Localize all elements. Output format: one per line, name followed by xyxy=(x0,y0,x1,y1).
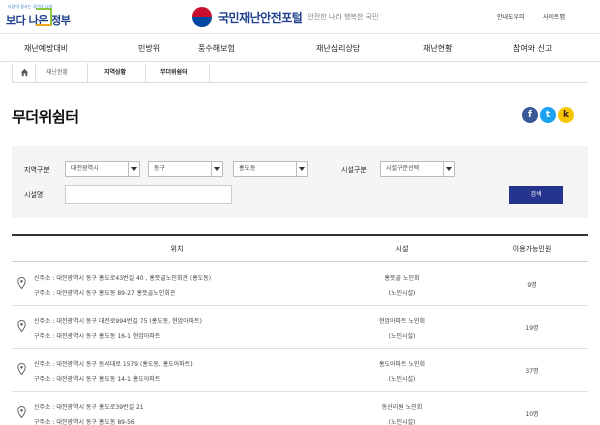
breadcrumb: 재난현황 지역상황 무더위쉼터 xyxy=(12,63,588,83)
old-address: 구주소 : 대전광역시 동구 홍도동 89-56 xyxy=(34,419,135,425)
facility-name: 홍도아파트 노인회 xyxy=(378,361,426,368)
nav-item-disaster-status[interactable]: 재난현황 xyxy=(423,43,452,54)
taeguk-icon xyxy=(192,7,212,27)
guide-link[interactable]: 안내도우미 xyxy=(497,12,525,21)
column-header-facility: 시설 xyxy=(395,245,409,253)
table-row[interactable]: 신주소 : 대전광역시 동구 대전로994번길 75 (홍도동, 현암아파트) … xyxy=(12,307,588,349)
region-district-value: 동구 xyxy=(154,165,166,172)
facility-type-label: 시설구분 xyxy=(341,166,367,174)
facility-type: (노인시설) xyxy=(388,419,416,425)
new-address: 신주소 : 대전광역시 동구 홍도로39번길 21 xyxy=(34,404,144,411)
site-name: 국민재난안전포털 xyxy=(218,10,303,25)
facility-type: (노인시설) xyxy=(388,376,416,383)
chevron-down-icon xyxy=(211,162,222,176)
new-address: 신주소 : 대전광역시 동구 홍도로43번길 40 , 홍뜻골노인회관 (홍도동… xyxy=(34,275,212,282)
search-button[interactable]: 검색 xyxy=(509,186,563,204)
home-button[interactable] xyxy=(12,63,36,83)
page-title: 무더위쉼터 xyxy=(12,108,79,126)
facility-type-select[interactable]: 시설구분선택 xyxy=(380,161,455,177)
capacity: 10명 xyxy=(525,411,539,418)
facility-name-input[interactable] xyxy=(65,185,232,204)
map-pin-icon[interactable] xyxy=(17,406,26,418)
chevron-down-icon xyxy=(296,162,307,176)
nav-item-flood-insurance[interactable]: 풍수해보험 xyxy=(198,43,235,54)
old-address: 구주소 : 대전광역시 동구 홍도동 14-1 홍도아파트 xyxy=(34,376,161,383)
capacity: 19명 xyxy=(525,325,539,332)
nav-item-prevention[interactable]: 재난예방대비 xyxy=(24,43,68,54)
sitemap-link[interactable]: 사이트맵 xyxy=(543,12,565,21)
region-dong-value: 홍도동 xyxy=(239,165,256,172)
main-nav: 재난예방대비 민방위 풍수해보험 재난심리상담 재난현황 참여와 신고 xyxy=(0,34,600,62)
facility-name: 홍뜻골 노인회 xyxy=(384,275,420,282)
nav-item-report[interactable]: 참여와 신고 xyxy=(513,43,552,54)
facility-type: (노인시설) xyxy=(388,333,416,340)
nav-item-counseling[interactable]: 재난심리상담 xyxy=(316,43,360,54)
region-district-select[interactable]: 동구 xyxy=(148,161,223,177)
breadcrumb-item-region[interactable]: 지역상황 xyxy=(94,63,146,83)
region-city-select[interactable]: 대전광역시 xyxy=(65,161,140,177)
table-row[interactable]: 신주소 : 대전광역시 동구 홍도로43번길 40 , 홍뜻골노인회관 (홍도동… xyxy=(12,264,588,306)
breadcrumb-item-status[interactable]: 재난현황 xyxy=(36,63,88,83)
capacity: 9명 xyxy=(527,282,537,289)
old-address: 구주소 : 대전광역시 동구 홍도동 16-1 현암아파트 xyxy=(34,333,161,340)
gov-logo-mark xyxy=(36,8,52,26)
top-header: 다같이 잘사는 국민의 나라 보다 나은 정부 국민재난안전포털 안전한 나라 … xyxy=(0,0,600,34)
facebook-share-button[interactable]: f xyxy=(522,107,538,123)
home-icon xyxy=(20,68,29,77)
facility-type-value: 시설구분선택 xyxy=(386,165,420,172)
old-address: 구주소 : 대전광역시 동구 홍도동 89-27 홍뜻골노인회관 xyxy=(34,290,176,297)
new-address: 신주소 : 대전광역시 동구 동서대로 1579 (홍도동, 홍도아파트) xyxy=(34,361,193,368)
capacity: 37명 xyxy=(525,368,539,375)
region-dong-select[interactable]: 홍도동 xyxy=(233,161,308,177)
chevron-down-icon xyxy=(128,162,139,176)
facility-name: 동산리원 노인회 xyxy=(381,404,423,411)
region-city-value: 대전광역시 xyxy=(71,165,99,172)
map-pin-icon[interactable] xyxy=(17,277,26,289)
table-row[interactable]: 신주소 : 대전광역시 동구 홍도로39번길 21 구주소 : 대전광역시 동구… xyxy=(12,393,588,425)
kakao-share-button[interactable]: k xyxy=(558,107,574,123)
map-pin-icon[interactable] xyxy=(17,320,26,332)
new-address: 신주소 : 대전광역시 동구 대전로994번길 75 (홍도동, 현암아파트) xyxy=(34,318,203,325)
region-label: 지역구분 xyxy=(24,166,50,174)
gov-logo[interactable]: 다같이 잘사는 국민의 나라 보다 나은 정부 xyxy=(4,4,71,30)
facility-type: (노인시설) xyxy=(388,290,416,297)
shelter-table: 위치 시설 이용가능인원 신주소 : 대전광역시 동구 홍도로43번길 40 ,… xyxy=(12,234,588,425)
facility-name: 현암아파트 노인회 xyxy=(378,318,426,325)
twitter-share-button[interactable]: t xyxy=(540,107,556,123)
chevron-down-icon xyxy=(443,162,454,176)
nav-item-civil-defense[interactable]: 민방위 xyxy=(138,43,160,54)
table-row[interactable]: 신주소 : 대전광역시 동구 동서대로 1579 (홍도동, 홍도아파트) 구주… xyxy=(12,350,588,392)
facility-name-label: 시설명 xyxy=(24,191,44,199)
breadcrumb-item-shelter[interactable]: 무더위쉼터 xyxy=(150,63,210,83)
column-header-capacity: 이용가능인원 xyxy=(512,245,552,253)
table-header: 위치 시설 이용가능인원 xyxy=(12,236,588,262)
map-pin-icon[interactable] xyxy=(17,363,26,375)
site-logo[interactable]: 국민재난안전포털 안전한 나라 행복한 국민 xyxy=(192,5,378,29)
search-panel xyxy=(12,146,588,218)
site-slogan: 안전한 나라 행복한 국민 xyxy=(307,13,379,21)
column-header-location: 위치 xyxy=(170,245,184,253)
